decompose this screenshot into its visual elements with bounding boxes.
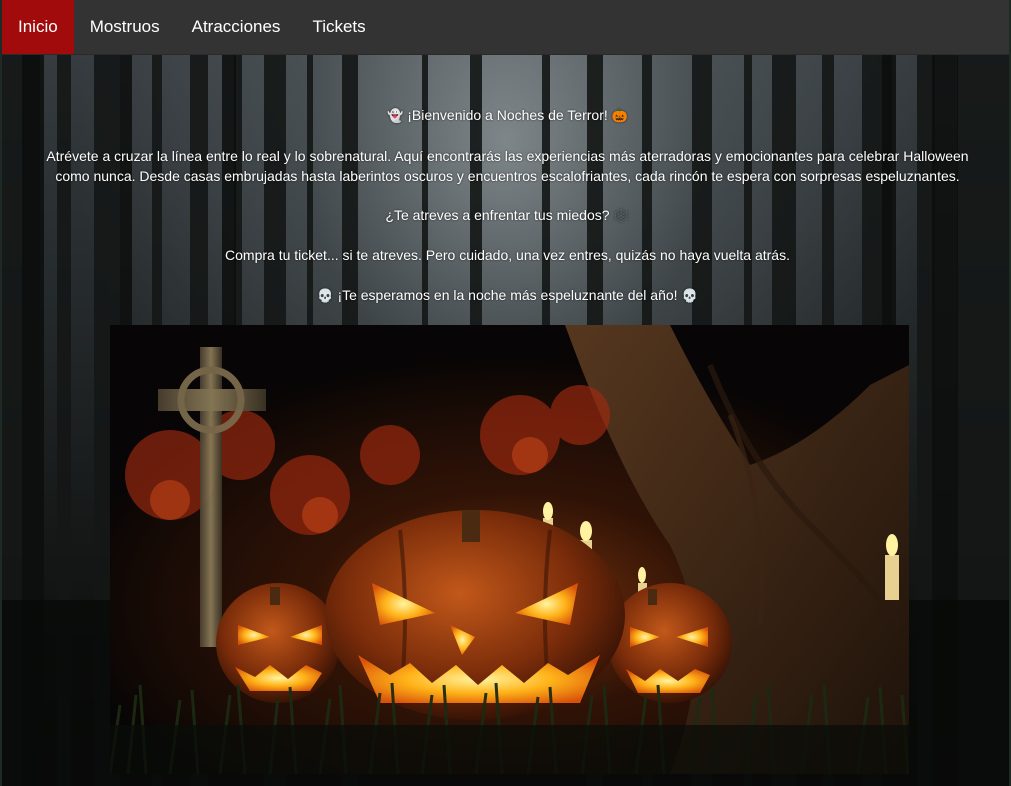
- spider-web-icon: 🕸️: [613, 209, 630, 224]
- intro-paragraph: Atrévete a cruzar la línea entre lo real…: [46, 148, 969, 184]
- pumpkin-icon: 🎃: [611, 109, 628, 124]
- halloween-pumpkins-image: [110, 325, 909, 774]
- nav-tickets[interactable]: Tickets: [296, 0, 381, 54]
- nav-mostruos[interactable]: Mostruos: [74, 0, 176, 54]
- top-navbar: Inicio Mostruos Atracciones Tickets: [2, 0, 1009, 55]
- dare-line: ¿Te atreves a enfrentar tus miedos? 🕸️: [2, 205, 1009, 227]
- nav-inicio[interactable]: Inicio: [2, 0, 74, 54]
- page: Inicio Mostruos Atracciones Tickets 👻 ¡B…: [0, 0, 1011, 786]
- ticket-line: Compra tu ticket... si te atreves. Pero …: [225, 247, 790, 263]
- skull-icon: 💀: [317, 289, 334, 304]
- pumpkin-right: [608, 583, 732, 703]
- expect-text: ¡Te esperamos en la noche más espeluznan…: [337, 287, 678, 303]
- pumpkin-center: [325, 510, 625, 720]
- nav-atracciones[interactable]: Atracciones: [176, 0, 297, 54]
- welcome-heading: 👻 ¡Bienvenido a Noches de Terror! 🎃: [2, 105, 1009, 127]
- dare-text: ¿Te atreves a enfrentar tus miedos?: [385, 207, 610, 223]
- pumpkin-left: [216, 583, 340, 703]
- skull-icon: 💀: [681, 289, 698, 304]
- welcome-text: ¡Bienvenido a Noches de Terror!: [407, 107, 608, 123]
- ghost-icon: 👻: [387, 109, 404, 124]
- hero-image: [110, 325, 909, 774]
- expect-line: 💀 ¡Te esperamos en la noche más espeluzn…: [2, 285, 1009, 307]
